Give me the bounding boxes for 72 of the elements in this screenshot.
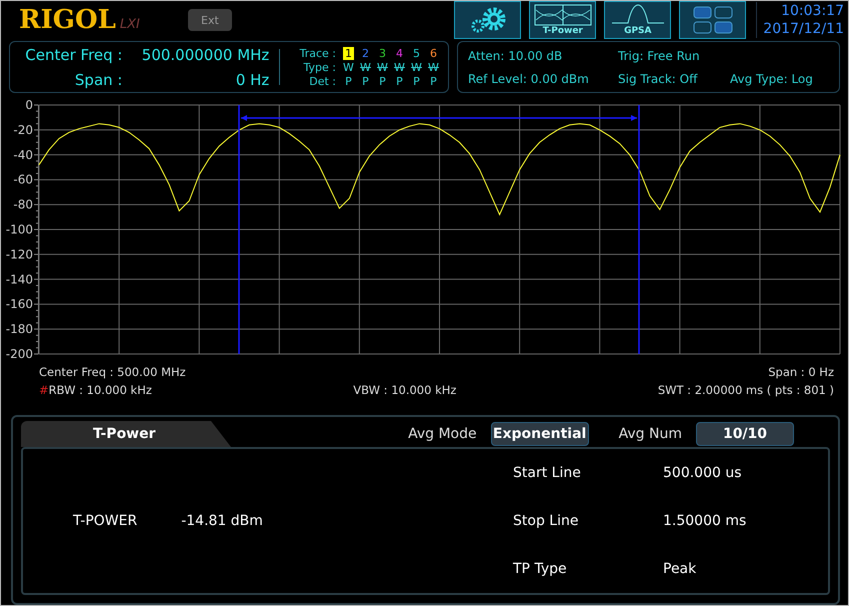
- y-axis-label: -80: [13, 198, 33, 212]
- trace-label: Trace :: [298, 46, 337, 60]
- trace-number[interactable]: 1: [343, 46, 354, 60]
- status-text: Trig: Free Run: [618, 48, 701, 62]
- y-axis-label: -200: [6, 347, 33, 361]
- trace-detector: P: [429, 74, 438, 88]
- trace-type: W: [376, 60, 389, 74]
- stop-line-marker[interactable]: [638, 105, 640, 354]
- param-label: Start Line: [513, 465, 582, 481]
- result-label: T-POWER: [73, 513, 138, 529]
- trace-number[interactable]: 6: [428, 46, 439, 60]
- y-axis-label: -120: [6, 247, 33, 262]
- trace-number[interactable]: 3: [377, 46, 388, 60]
- y-axis-label: -180: [6, 322, 33, 336]
- y-axis-label: -160: [6, 297, 33, 312]
- span-info: Span : 0 Hz: [768, 365, 834, 379]
- avg-num-field[interactable]: 10/10: [696, 422, 794, 446]
- trace-number[interactable]: 2: [360, 46, 371, 60]
- traces-icon: [534, 4, 592, 26]
- param-value: Peak: [663, 561, 698, 577]
- span-label: Span :: [74, 70, 122, 88]
- spectrum-peak-icon: [610, 4, 666, 26]
- y-axis-label: -100: [6, 222, 33, 236]
- status-text: Ref Level: 0.00 dBm: [468, 72, 590, 86]
- y-axis-label: -140: [6, 272, 33, 286]
- y-axis-label: -60: [13, 172, 33, 187]
- trace-detector: P: [378, 74, 387, 88]
- trace-detector: P: [361, 74, 370, 88]
- avg-mode-field[interactable]: Exponential: [490, 422, 589, 446]
- grid-layout-icon: [692, 6, 733, 34]
- result-value: -14.81 dBm: [181, 513, 263, 529]
- y-axis-label: -20: [13, 122, 33, 137]
- param-label: TP Type: [513, 561, 568, 577]
- mode-button[interactable]: T-Power: [529, 1, 596, 39]
- swt-info: SWT : 2.00000 ms ( pts : 801 ): [658, 383, 834, 397]
- trace-type: W: [359, 60, 372, 74]
- center-freq-value: 500.000000 MHz: [140, 46, 270, 64]
- param-value: 500.000 us: [663, 465, 743, 481]
- type-label: Type :: [302, 60, 337, 74]
- clock-time: 10:03:17: [780, 2, 844, 20]
- trace-detector: P: [344, 74, 353, 88]
- clock-date: 2017/12/11: [763, 20, 844, 38]
- start-line-marker[interactable]: [238, 105, 240, 354]
- trace-type: W: [393, 60, 406, 74]
- y-axis-label: -40: [13, 148, 33, 162]
- param-value: 1.50000 ms: [663, 513, 746, 529]
- status-text: Atten: 10.00 dB: [468, 48, 564, 62]
- trace-detector: P: [395, 74, 404, 88]
- center-freq-info: Center Freq : 500.00 MHz: [39, 365, 186, 379]
- center-freq-label: Center Freq :: [24, 46, 122, 64]
- trace-type: W: [410, 60, 423, 74]
- det-label: Det :: [308, 74, 337, 88]
- layout-button[interactable]: [679, 1, 746, 39]
- trace-type: W: [427, 60, 440, 74]
- avg-mode-label: Avg Mode: [408, 426, 477, 442]
- status-text: Avg Type: Log: [730, 72, 813, 86]
- y-axis-label: 0: [25, 98, 33, 112]
- span-value: 0 Hz: [234, 70, 270, 88]
- logo: RIGOL: [19, 5, 116, 35]
- trace-number[interactable]: 5: [411, 46, 422, 60]
- trace-number[interactable]: 4: [394, 46, 405, 60]
- t-power-tab[interactable]: T-Power: [21, 421, 231, 447]
- avg-num-label: Avg Num: [618, 426, 682, 442]
- param-label: Stop Line: [513, 513, 580, 529]
- vbw-info: VBW : 10.000 kHz: [353, 383, 456, 397]
- status-text: Sig Track: Off: [618, 72, 699, 86]
- settings-button[interactable]: [454, 1, 522, 39]
- mode-button[interactable]: GPSA: [604, 1, 672, 39]
- trace-type: W: [342, 60, 355, 74]
- logo-suffix-text: LXI: [120, 16, 140, 32]
- rbw-info: #RBW : 10.000 kHz: [39, 383, 152, 397]
- trace-detector: P: [412, 74, 421, 88]
